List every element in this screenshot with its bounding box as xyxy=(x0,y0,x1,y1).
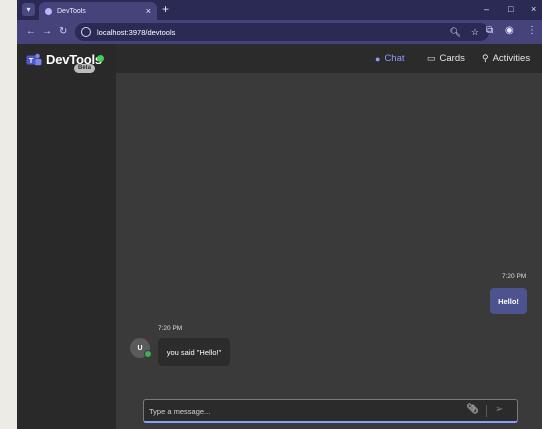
message-timestamp: 7:20 PM xyxy=(158,325,183,332)
url-text[interactable]: localhost:3978/devtools xyxy=(97,28,449,37)
maximize-button[interactable]: □ xyxy=(508,4,513,14)
forward-arrow-icon[interactable]: → xyxy=(42,26,52,38)
browser-tab[interactable]: DevTools × xyxy=(39,2,157,20)
attach-icon[interactable]: 📎︎ xyxy=(466,404,479,416)
search-icon: ⚲ xyxy=(482,53,489,63)
chevron-down-icon: ▾ xyxy=(26,5,31,14)
bot-message-bubble: you said "Hello!" xyxy=(158,338,230,366)
message-input[interactable] xyxy=(149,404,449,418)
back-arrow-icon[interactable]: ← xyxy=(26,26,36,38)
top-nav: ● Chat ▭ Cards ⚲ Activities xyxy=(116,44,542,73)
teams-logo-icon: T xyxy=(26,53,42,66)
minimize-button[interactable]: – xyxy=(484,4,489,14)
more-menu-icon[interactable]: ⋮ xyxy=(527,25,537,37)
user-message-bubble: Hello! xyxy=(490,288,527,314)
close-window-button[interactable]: × xyxy=(531,4,536,14)
chat-panel: 7:20 PM Hello! 7:20 PM U you said "Hello… xyxy=(116,73,542,429)
tab-cards-label: Cards xyxy=(439,53,465,64)
send-icon[interactable]: ➢ xyxy=(495,404,503,416)
site-info-icon[interactable] xyxy=(81,27,91,37)
browser-toolbar: ← → ↻ localhost:3978/devtools 🔍︎ ☆ ⧉ ◉ ⋮ xyxy=(17,20,542,44)
tab-title: DevTools xyxy=(57,7,86,15)
tab-activities-label: Activities xyxy=(492,53,531,64)
tab-close-button[interactable]: × xyxy=(146,6,151,16)
desktop-background xyxy=(0,0,17,429)
new-tab-button[interactable]: + xyxy=(162,3,169,15)
reload-icon[interactable]: ↻ xyxy=(59,26,67,38)
cards-icon: ▭ xyxy=(427,53,436,63)
tab-chat-label: Chat xyxy=(384,53,405,64)
tab-activities[interactable]: ⚲ Activities xyxy=(482,53,530,64)
zoom-icon[interactable]: 🔍︎ xyxy=(449,27,460,38)
favicon-icon xyxy=(45,7,52,15)
chat-icon: ● xyxy=(375,53,381,64)
tab-cards[interactable]: ▭ Cards xyxy=(427,53,465,64)
devtools-app: T DevTools Beta ● Chat ▭ Cards ⚲ Activit… xyxy=(17,44,542,429)
tab-search-button[interactable]: ▾ xyxy=(22,3,35,16)
bookmark-star-icon[interactable]: ☆ xyxy=(471,27,479,38)
browser-titlebar: ▾ DevTools × + – □ × xyxy=(17,0,542,20)
message-timestamp: 7:20 PM xyxy=(502,273,527,280)
presence-badge xyxy=(144,350,152,358)
beta-badge: Beta xyxy=(74,64,96,73)
sidebar: T DevTools Beta xyxy=(17,44,116,429)
tab-chat[interactable]: ● Chat xyxy=(375,53,405,64)
connection-status-dot xyxy=(97,55,104,62)
divider xyxy=(486,405,487,417)
message-composer: 📎︎ ➢ xyxy=(143,399,518,423)
svg-text:T: T xyxy=(29,58,34,65)
extensions-icon[interactable]: ⧉ xyxy=(486,25,493,37)
address-bar[interactable]: localhost:3978/devtools 🔍︎ ☆ xyxy=(75,23,489,41)
profile-icon[interactable]: ◉ xyxy=(505,25,514,37)
